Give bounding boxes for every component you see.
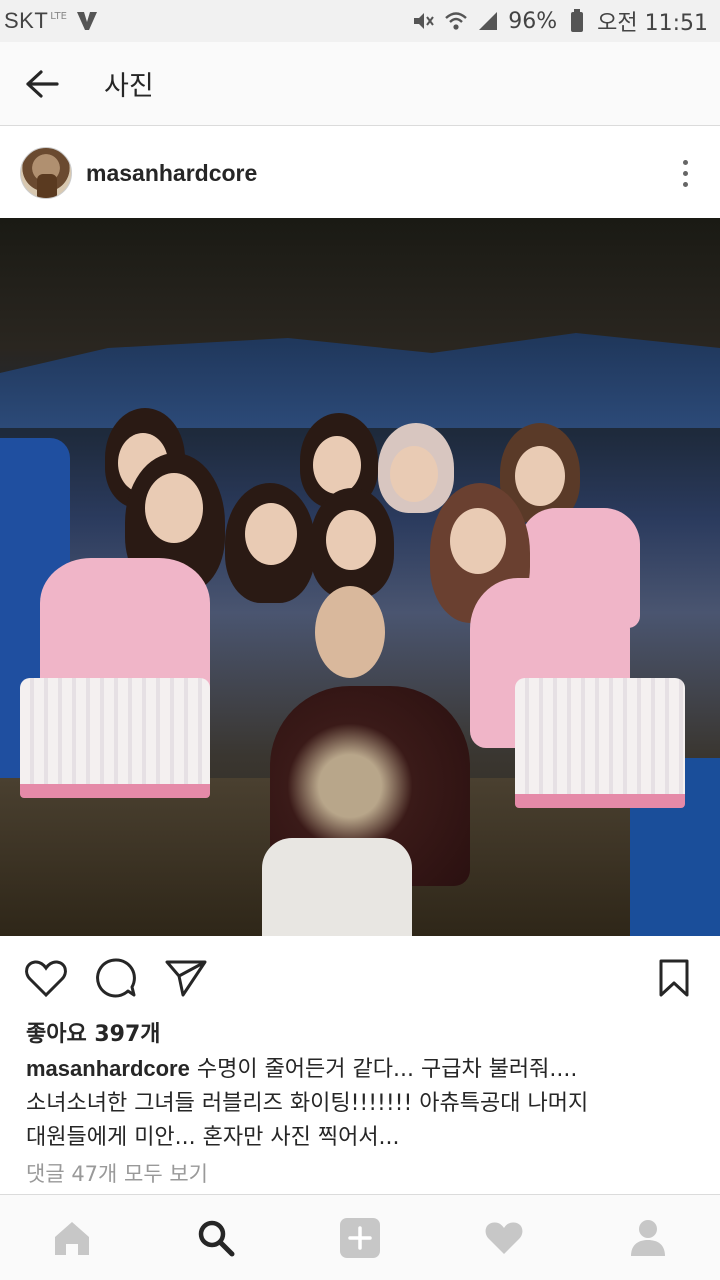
photo-figure <box>145 473 203 543</box>
post-photo[interactable] <box>0 218 720 936</box>
photo-figure <box>315 586 385 678</box>
nav-profile-button[interactable] <box>612 1202 684 1274</box>
paper-plane-icon <box>165 960 207 997</box>
photo-figure <box>326 510 376 570</box>
photo-figure <box>20 678 210 798</box>
likes-count[interactable]: 좋아요 397개 <box>26 1016 161 1048</box>
nav-home-button[interactable] <box>36 1202 108 1274</box>
view-all-comments-link[interactable]: 댓글 47개 모두 보기 <box>26 1158 208 1188</box>
save-button[interactable] <box>646 950 702 1006</box>
caption-username[interactable]: masanhardcore <box>26 1056 190 1081</box>
photo-figure <box>245 503 297 565</box>
more-options-button[interactable] <box>670 153 700 193</box>
profile-icon <box>631 1219 665 1256</box>
status-left: SKT LTE <box>4 8 99 34</box>
app-notification-icon <box>75 9 99 33</box>
page-title: 사진 <box>104 71 154 102</box>
search-icon <box>198 1220 235 1256</box>
post-username[interactable]: masanhardcore <box>86 160 257 187</box>
carrier-label: SKT <box>4 8 49 33</box>
mute-icon <box>412 9 436 33</box>
photo-figure <box>515 446 565 506</box>
status-right: 96% 오전 11:51 <box>412 5 708 37</box>
photo-figure <box>515 678 685 808</box>
more-vertical-icon <box>682 159 688 165</box>
signal-icon <box>476 9 500 33</box>
photo-figure <box>390 446 438 502</box>
post-caption: masanhardcore 수명이 줄어든거 같다... 구급차 불러줘....… <box>26 1052 696 1155</box>
avatar[interactable] <box>20 147 72 199</box>
more-dot <box>682 181 688 187</box>
share-button[interactable] <box>158 950 214 1006</box>
comment-button[interactable] <box>88 950 144 1006</box>
clock: 오전 11:51 <box>597 11 708 36</box>
photo-figure <box>313 436 361 494</box>
more-dot <box>682 170 688 176</box>
home-icon <box>55 1221 89 1255</box>
caption-line: masanhardcore 수명이 줄어든거 같다... 구급차 불러줘.... <box>26 1052 696 1087</box>
status-bar: SKT LTE 96% 오전 11:51 <box>0 0 720 42</box>
photo-tent <box>0 333 720 428</box>
battery-percent: 96% <box>508 8 558 34</box>
heart-outline-icon <box>25 960 67 998</box>
app-header: 사진 <box>0 42 720 126</box>
post-header: masanhardcore <box>0 128 720 218</box>
battery-icon <box>565 9 589 33</box>
comment-bubble-icon <box>96 958 136 998</box>
back-button[interactable] <box>0 42 84 126</box>
photo-figure <box>262 838 412 936</box>
post-action-bar <box>0 936 720 1020</box>
plus-square-icon <box>340 1217 380 1258</box>
wifi-icon <box>444 9 468 33</box>
bookmark-icon <box>659 959 689 997</box>
caption-line: 소녀소녀한 그녀들 러블리즈 화이팅!!!!!!! 아츄특공대 나머지 <box>26 1091 589 1116</box>
nav-add-button[interactable] <box>324 1202 396 1274</box>
bottom-navigation <box>0 1194 720 1280</box>
network-label: LTE <box>50 10 67 22</box>
photo-figure <box>450 508 506 574</box>
nav-search-button[interactable] <box>180 1202 252 1274</box>
like-button[interactable] <box>18 950 74 1006</box>
heart-icon <box>485 1221 523 1254</box>
arrow-left-icon <box>26 69 59 98</box>
nav-activity-button[interactable] <box>468 1202 540 1274</box>
caption-text: 수명이 줄어든거 같다... 구급차 불러줘.... <box>189 1057 578 1082</box>
caption-line: 대원들에게 미안... 혼자만 사진 찍어서... <box>26 1125 400 1150</box>
